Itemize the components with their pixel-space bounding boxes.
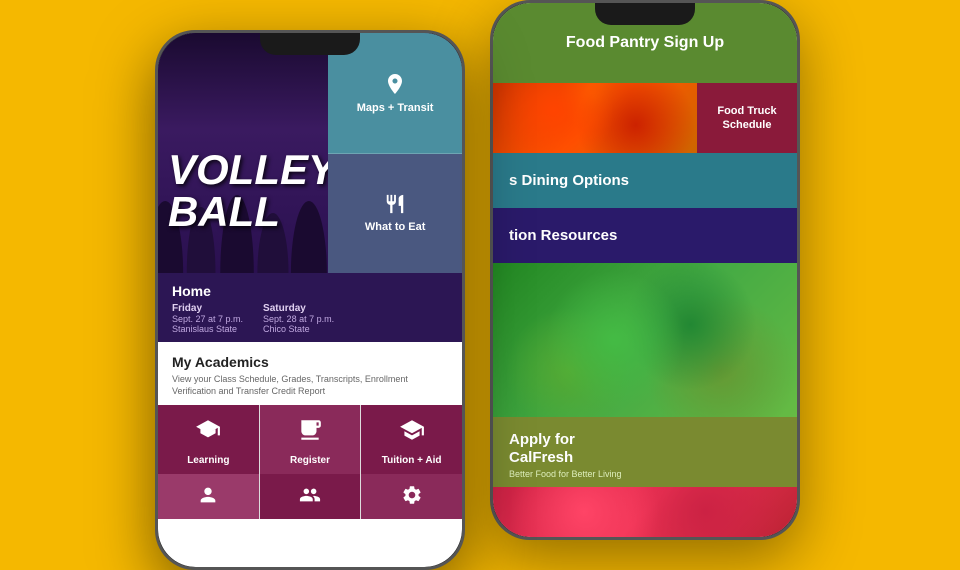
dining-options-label: s Dining Options: [509, 172, 629, 189]
nutrition-resources-section[interactable]: tion Resources: [493, 208, 797, 263]
learning-tile[interactable]: Learning: [158, 405, 259, 474]
tuition-tile[interactable]: Tuition + Aid: [361, 405, 462, 474]
screen-left: VOLLEYBALL Maps + Transit What to Eat: [158, 33, 462, 567]
register-tile[interactable]: Register: [260, 405, 361, 474]
fork-knife-icon: [384, 193, 406, 215]
nutrition-label: tion Resources: [509, 227, 617, 244]
dining-options-section[interactable]: s Dining Options: [493, 153, 797, 208]
food-truck-box[interactable]: Food Truck Schedule: [697, 83, 797, 153]
calfresh-subtitle: Better Food for Better Living: [509, 469, 781, 479]
game1-day: Friday: [172, 303, 243, 314]
people-icon: [299, 484, 321, 511]
game-info-1: Friday Sept. 27 at 7 p.m. Stanislaus Sta…: [172, 303, 243, 334]
hero-section: VOLLEYBALL Maps + Transit What to Eat: [158, 33, 462, 273]
academics-section: My Academics View your Class Schedule, G…: [158, 342, 462, 405]
fruit-photo: [493, 263, 797, 417]
calfresh-title: Apply forCalFresh: [509, 431, 781, 467]
icon-grid-row2: [158, 474, 462, 519]
settings-icon: [401, 484, 423, 511]
food-photo-row: Food Truck Schedule: [493, 83, 797, 153]
grid-tile-4[interactable]: [158, 474, 259, 519]
icon-grid-row1: Learning Register Tuition + Aid: [158, 405, 462, 474]
tuition-label: Tuition + Aid: [382, 455, 442, 466]
location-pin-icon: [383, 72, 407, 96]
game-info-2: Saturday Sept. 28 at 7 p.m. Chico State: [263, 303, 334, 334]
academics-description: View your Class Schedule, Grades, Transc…: [172, 374, 448, 397]
calfresh-section[interactable]: Apply forCalFresh Better Food for Better…: [493, 417, 797, 487]
grid-tile-5[interactable]: [260, 474, 361, 519]
notch-left: [260, 33, 360, 55]
phone-right: Food Pantry Sign Up Food Truck Schedule …: [490, 0, 800, 540]
what-to-eat-tile[interactable]: What to Eat: [328, 154, 462, 274]
register-label: Register: [290, 455, 330, 466]
game1-opponent: Stanislaus State: [172, 324, 243, 334]
phone-left: VOLLEYBALL Maps + Transit What to Eat: [155, 30, 465, 570]
home-games: Friday Sept. 27 at 7 p.m. Stanislaus Sta…: [172, 303, 448, 334]
home-title: Home: [172, 283, 448, 299]
learning-icon: [195, 417, 221, 449]
game2-day: Saturday: [263, 303, 334, 314]
strawberry-photo: [493, 487, 797, 537]
academics-title: My Academics: [172, 354, 448, 370]
notch-right: [595, 3, 695, 25]
grid-tile-6[interactable]: [361, 474, 462, 519]
graduation-cap-icon: [399, 417, 425, 449]
game2-date: Sept. 28 at 7 p.m.: [263, 314, 334, 324]
food-photo: [493, 83, 697, 153]
game2-opponent: Chico State: [263, 324, 334, 334]
maps-transit-label: Maps + Transit: [357, 102, 434, 114]
game1-date: Sept. 27 at 7 p.m.: [172, 314, 243, 324]
register-icon: [297, 417, 323, 449]
food-pantry-title: Food Pantry Sign Up: [566, 33, 724, 52]
person-icon: [197, 484, 219, 511]
hero-right-panel: Maps + Transit What to Eat: [328, 33, 462, 273]
what-to-eat-label: What to Eat: [365, 221, 426, 233]
hero-background: VOLLEYBALL: [158, 33, 340, 273]
home-section: Home Friday Sept. 27 at 7 p.m. Stanislau…: [158, 273, 462, 342]
volleyball-text: VOLLEYBALL: [158, 149, 336, 233]
food-truck-label: Food Truck Schedule: [705, 104, 789, 133]
screen-right: Food Pantry Sign Up Food Truck Schedule …: [493, 3, 797, 537]
learning-label: Learning: [187, 455, 229, 466]
